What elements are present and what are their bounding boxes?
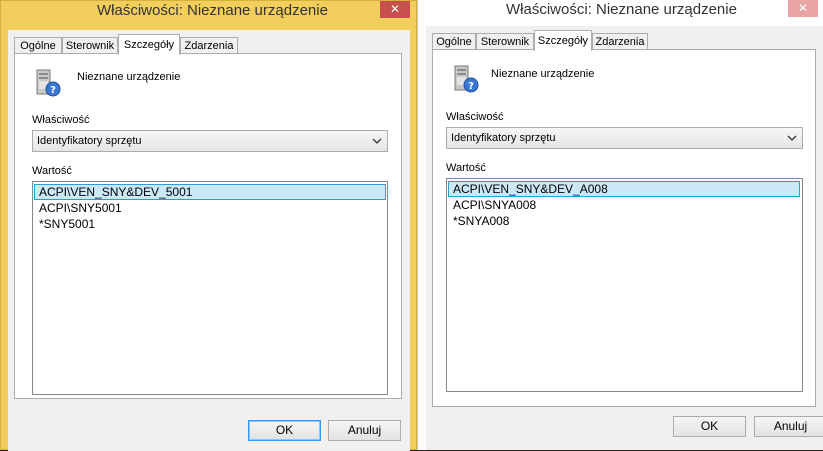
- svg-text:?: ?: [468, 81, 474, 92]
- value-label: Wartość: [446, 162, 486, 174]
- list-item[interactable]: ACPI\SNYA008: [448, 197, 800, 213]
- unknown-device-icon: ?: [36, 69, 61, 97]
- details-panel: ? Nieznane urządzenie Właściwość Identyf…: [14, 53, 402, 399]
- cancel-button[interactable]: Anuluj: [754, 416, 823, 437]
- device-name: Nieznane urządzenie: [491, 68, 595, 80]
- cancel-button[interactable]: Anuluj: [328, 420, 401, 441]
- chevron-down-icon: [787, 135, 797, 141]
- value-listbox[interactable]: ACPI\VEN_SNY&DEV_A008 ACPI\SNYA008 *SNYA…: [446, 178, 803, 392]
- properties-window-left: Właściwości: Nieznane urządzenie ✕ Ogóln…: [0, 0, 417, 451]
- list-item[interactable]: *SNYA008: [448, 213, 800, 229]
- tab-events[interactable]: Zdarzenia: [180, 37, 238, 54]
- tab-driver[interactable]: Sterownik: [62, 37, 118, 54]
- tab-details[interactable]: Szczegóły: [118, 34, 180, 55]
- tab-details[interactable]: Szczegóły: [534, 30, 592, 51]
- window-title: Właściwości: Nieznane urządzenie: [506, 1, 737, 18]
- value-label: Wartość: [32, 165, 72, 177]
- tab-driver[interactable]: Sterownik: [476, 33, 534, 50]
- tab-general[interactable]: Ogólne: [14, 37, 62, 54]
- close-icon: ✕: [797, 1, 809, 15]
- list-item[interactable]: ACPI\VEN_SNY&DEV_5001: [34, 184, 386, 200]
- details-panel: ? Nieznane urządzenie Właściwość Identyf…: [432, 49, 816, 407]
- close-icon: ✕: [389, 2, 401, 16]
- property-label: Właściwość: [32, 114, 90, 126]
- close-button[interactable]: ✕: [380, 1, 410, 18]
- chevron-down-icon: [372, 138, 382, 144]
- tab-general[interactable]: Ogólne: [432, 33, 476, 50]
- tab-events[interactable]: Zdarzenia: [592, 33, 648, 50]
- dialog-client: Ogólne Sterownik Szczegóły Zdarzenia ? N…: [426, 26, 823, 450]
- property-dropdown-value: Identyfikatory sprzętu: [451, 132, 556, 144]
- list-item[interactable]: ACPI\VEN_SNY&DEV_A008: [448, 181, 800, 197]
- ok-button[interactable]: OK: [673, 416, 746, 437]
- close-button[interactable]: ✕: [788, 0, 818, 17]
- unknown-device-icon: ?: [454, 65, 479, 93]
- properties-window-right: Właściwości: Nieznane urządzenie ✕ Ogóln…: [417, 0, 823, 450]
- list-item[interactable]: *SNY5001: [34, 216, 386, 232]
- device-name: Nieznane urządzenie: [77, 71, 181, 83]
- ok-button[interactable]: OK: [248, 420, 321, 441]
- svg-text:?: ?: [50, 85, 56, 96]
- property-dropdown-value: Identyfikatory sprzętu: [37, 135, 142, 147]
- title-bar[interactable]: Właściwości: Nieznane urządzenie ✕: [1, 1, 416, 31]
- list-item[interactable]: ACPI\SNY5001: [34, 200, 386, 216]
- property-dropdown[interactable]: Identyfikatory sprzętu: [446, 127, 803, 149]
- dialog-client: Ogólne Sterownik Szczegóły Zdarzenia ? N…: [8, 30, 410, 451]
- property-label: Właściwość: [446, 111, 504, 123]
- window-title: Właściwości: Nieznane urządzenie: [97, 2, 328, 19]
- property-dropdown[interactable]: Identyfikatory sprzętu: [32, 130, 388, 152]
- value-listbox[interactable]: ACPI\VEN_SNY&DEV_5001 ACPI\SNY5001 *SNY5…: [32, 181, 388, 395]
